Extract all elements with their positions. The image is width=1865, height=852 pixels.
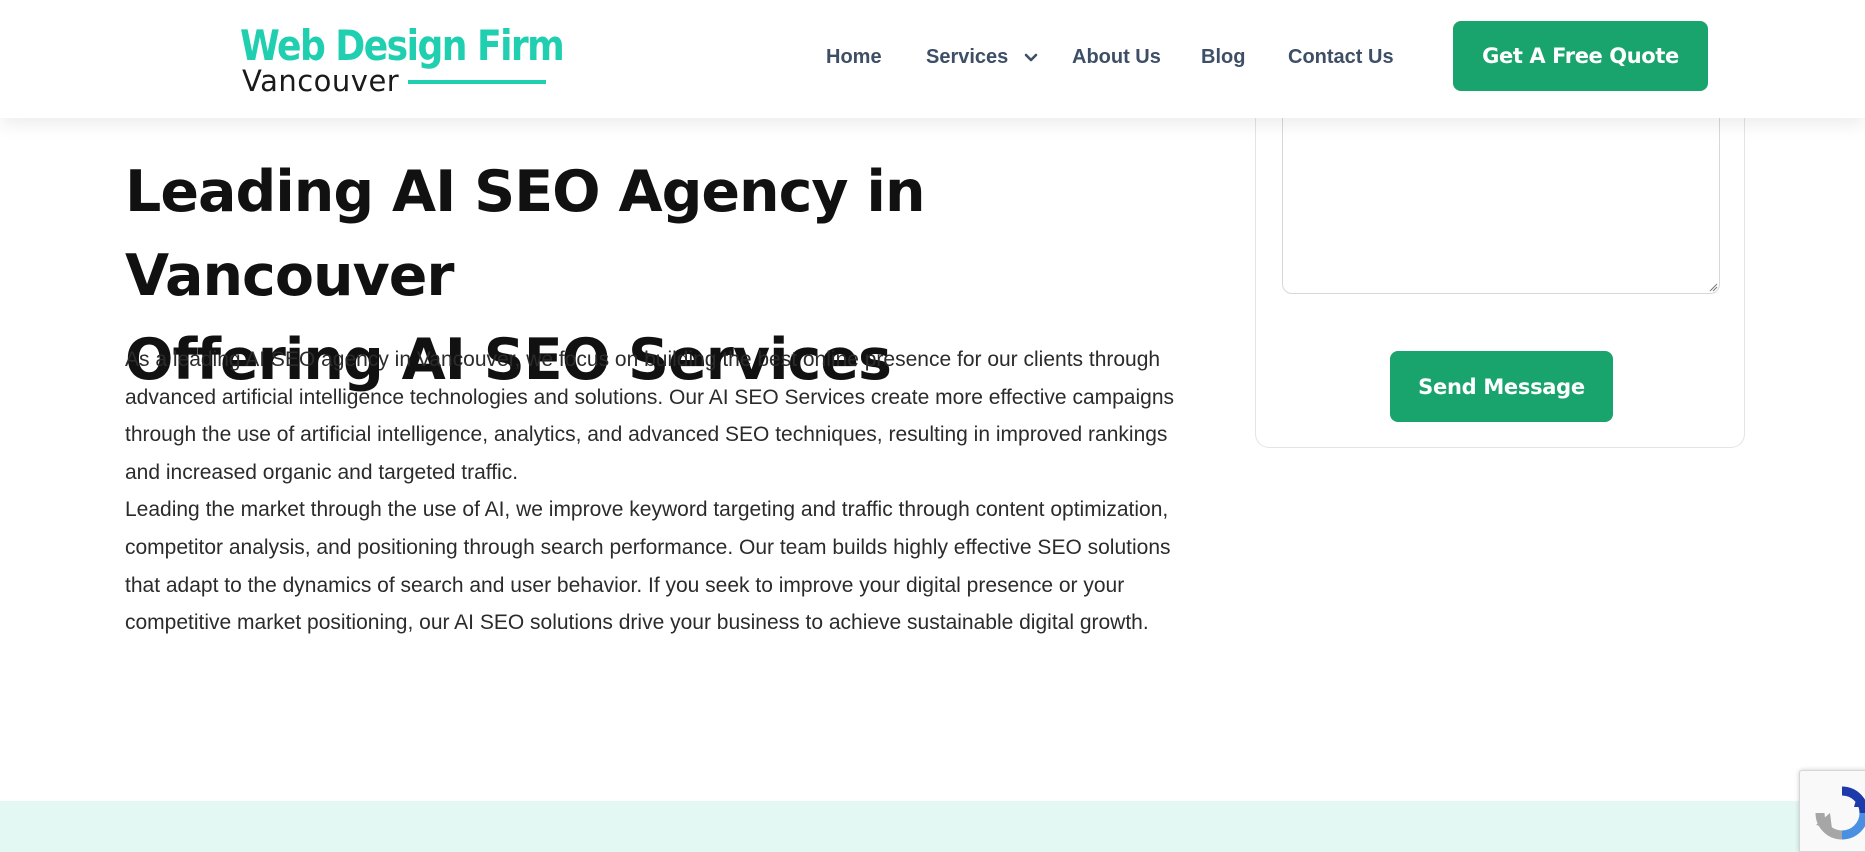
- site-header: Web Design Firm Vancouver Home Services …: [0, 0, 1865, 118]
- intro-paragraph-1: As a leading AI SEO agency in Vancouver,…: [125, 348, 1175, 484]
- recaptcha-badge[interactable]: [1799, 770, 1865, 852]
- nav-home[interactable]: Home: [826, 44, 882, 70]
- nav-services[interactable]: Services: [926, 44, 1038, 70]
- message-textarea[interactable]: [1282, 100, 1720, 294]
- contact-form-card: Send Message: [1255, 60, 1745, 448]
- site-logo[interactable]: Web Design Firm Vancouver: [240, 22, 565, 99]
- resize-grip-icon[interactable]: [1708, 282, 1718, 292]
- logo-wordmark-top: Web Design Firm: [240, 21, 565, 70]
- logo-underline: [408, 80, 546, 84]
- nav-blog[interactable]: Blog: [1201, 44, 1245, 70]
- send-message-button[interactable]: Send Message: [1390, 351, 1613, 422]
- get-free-quote-button[interactable]: Get A Free Quote: [1453, 21, 1708, 91]
- next-section-band: [0, 801, 1865, 852]
- page-title-line-1: Leading AI SEO Agency in Vancouver: [125, 159, 926, 309]
- recaptcha-icon: [1815, 786, 1865, 840]
- nav-about-us[interactable]: About Us: [1072, 44, 1161, 70]
- intro-text: As a leading AI SEO agency in Vancouver,…: [125, 341, 1195, 642]
- intro-paragraph-2: Leading the market through the use of AI…: [125, 498, 1171, 635]
- nav-contact-us[interactable]: Contact Us: [1288, 44, 1394, 70]
- page-content: Leading AI SEO Agency in Vancouver Offer…: [0, 0, 1865, 852]
- logo-wordmark-bottom: Vancouver: [242, 64, 400, 98]
- chevron-down-icon: [1024, 53, 1038, 62]
- nav-services-label: Services: [926, 46, 1009, 68]
